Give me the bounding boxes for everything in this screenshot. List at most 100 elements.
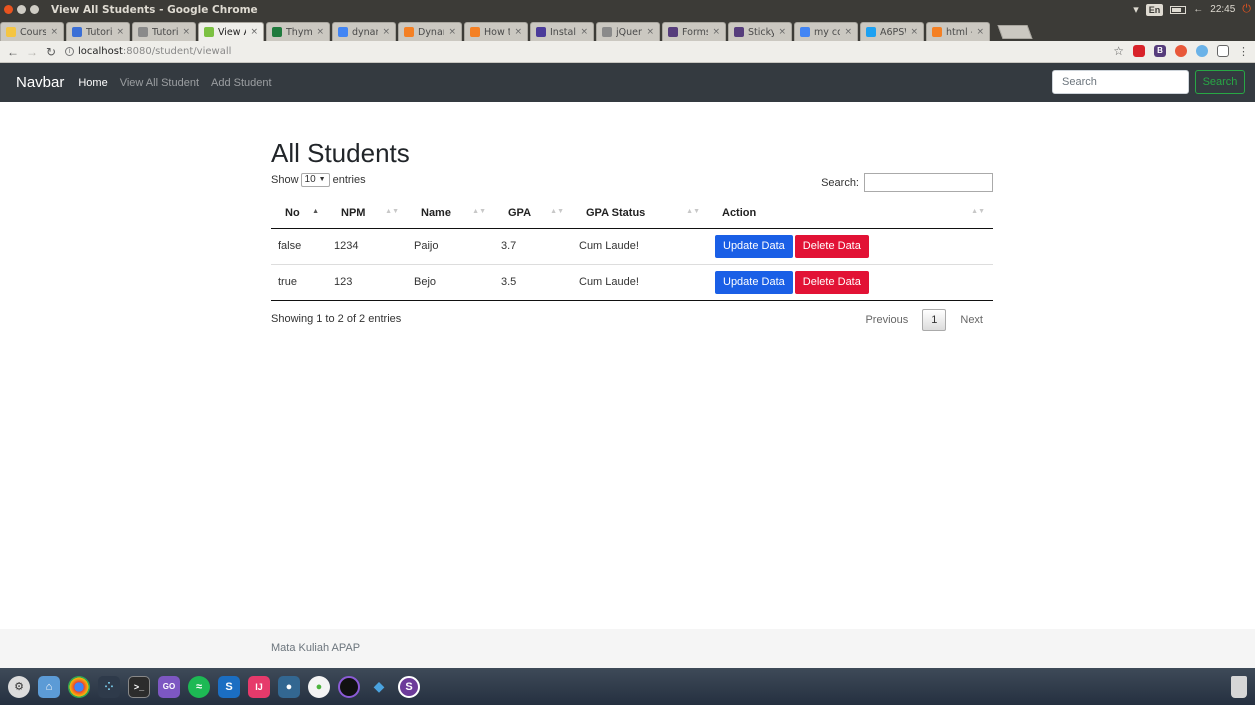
tab-close-icon[interactable]: × [712, 27, 720, 37]
tab-favicon-icon [338, 27, 348, 37]
menu-icon[interactable]: ⋮ [1238, 45, 1249, 58]
nav-link-home[interactable]: Home [78, 77, 107, 89]
pagination-previous[interactable]: Previous [855, 309, 918, 331]
extension-icon[interactable] [1175, 45, 1187, 57]
column-header-no[interactable]: No ▲ [271, 199, 327, 229]
window-maximize-button[interactable] [30, 5, 39, 14]
tab-close-icon[interactable]: × [976, 27, 984, 37]
terminal-icon[interactable]: >_ [128, 675, 150, 698]
tab-close-icon[interactable]: × [514, 27, 522, 37]
system-settings-icon[interactable]: ⚙ [8, 675, 30, 698]
power-icon[interactable]: ⏻ [1242, 3, 1251, 16]
tab-close-icon[interactable]: × [50, 27, 58, 37]
tab-favicon-icon [800, 27, 810, 37]
update-data-button[interactable]: Update Data [715, 234, 793, 258]
cell-gpa: 3.7 [494, 228, 572, 265]
pagination-next[interactable]: Next [950, 309, 993, 331]
delete-data-button[interactable]: Delete Data [794, 234, 869, 258]
tab-close-icon[interactable]: × [182, 27, 190, 37]
browser-tab[interactable]: Tutorial× [132, 22, 196, 41]
volume-icon[interactable]: ← [1193, 4, 1203, 15]
tab-favicon-icon [204, 27, 214, 37]
goland-icon[interactable]: GO [158, 675, 180, 698]
bootstrap-extension-icon[interactable]: B [1154, 45, 1166, 57]
browser-tab-active[interactable]: View All× [198, 22, 264, 41]
cell-name: Bejo [407, 264, 494, 301]
window-minimize-button[interactable] [17, 5, 26, 14]
tab-close-icon[interactable]: × [646, 27, 654, 37]
site-info-icon[interactable]: i [65, 47, 74, 56]
nav-link-add-student[interactable]: Add Student [211, 77, 272, 89]
column-header-gpa-status[interactable]: GPA Status ▲▼ [572, 199, 708, 229]
browser-tab[interactable]: Course: |× [0, 22, 64, 41]
address-bar[interactable]: i localhost:8080/student/viewall [65, 46, 231, 57]
tab-close-icon[interactable]: × [580, 27, 588, 37]
postgresql-icon[interactable]: ● [278, 675, 300, 698]
browser-tab[interactable]: Forms ·× [662, 22, 726, 41]
browser-tab[interactable]: dynamic× [332, 22, 396, 41]
tab-close-icon[interactable]: × [910, 27, 918, 37]
forward-arrow-icon[interactable]: → [26, 45, 38, 59]
trash-icon[interactable] [1231, 676, 1247, 698]
navbar-brand[interactable]: Navbar [16, 74, 64, 91]
browser-tab[interactable]: Thymele× [266, 22, 330, 41]
spotify-icon[interactable]: ≈ [188, 675, 210, 698]
delete-data-button[interactable]: Delete Data [794, 270, 869, 294]
window-controls [4, 5, 39, 14]
tab-close-icon[interactable]: × [116, 27, 124, 37]
wifi-icon[interactable]: ▾ [1133, 3, 1139, 16]
cell-name: Paijo [407, 228, 494, 265]
system-tray: ▾ En ← 22:45 ⏻ [1133, 0, 1251, 19]
tab-close-icon[interactable]: × [778, 27, 786, 37]
navbar-search-input[interactable]: Search [1052, 70, 1189, 94]
battery-icon[interactable] [1170, 5, 1187, 14]
table-row: false 1234 Paijo 3.7 Cum Laude! Update D… [271, 228, 993, 265]
intellij-icon[interactable]: IJ [248, 675, 270, 698]
tab-close-icon[interactable]: × [844, 27, 852, 37]
column-header-npm[interactable]: NPM ▲▼ [327, 199, 407, 229]
column-header-gpa[interactable]: GPA ▲▼ [494, 199, 572, 229]
tab-close-icon[interactable]: × [382, 27, 390, 37]
bookmark-star-icon[interactable]: ☆ [1113, 44, 1124, 58]
sublime-icon[interactable]: S [218, 675, 240, 698]
browser-tab[interactable]: Sticky Fo× [728, 22, 792, 41]
browser-tab[interactable]: Dynamic× [398, 22, 462, 41]
browser-tab[interactable]: my code× [794, 22, 858, 41]
browser-tab[interactable]: A6PSWT× [860, 22, 924, 41]
dev-tool-icon[interactable]: ⁘ [98, 675, 120, 698]
cast-icon[interactable] [1217, 45, 1229, 57]
navbar-search-button[interactable]: Search [1195, 70, 1245, 94]
update-data-button[interactable]: Update Data [715, 270, 793, 294]
tab-close-icon[interactable]: × [316, 27, 324, 37]
reload-icon[interactable]: ↻ [45, 45, 57, 59]
browser-tab[interactable]: jQuery C× [596, 22, 660, 41]
extension-icon[interactable] [1196, 45, 1208, 57]
browser-tab[interactable]: Installat× [530, 22, 594, 41]
tab-close-icon[interactable]: × [448, 27, 456, 37]
files-icon[interactable]: ⌂ [38, 675, 60, 698]
os-dock: ⚙ ⌂ ⁘ >_ GO ≈ S IJ ● ● ◆ S [0, 668, 1255, 705]
tab-close-icon[interactable]: × [250, 27, 258, 37]
eclipse-icon[interactable] [338, 675, 360, 698]
browser-tab[interactable]: Tutorial× [66, 22, 130, 41]
table-search-input[interactable] [864, 173, 993, 192]
keyboard-language-indicator[interactable]: En [1145, 3, 1164, 16]
browser-tab[interactable]: How to× [464, 22, 528, 41]
mongodb-icon[interactable]: ● [308, 675, 330, 698]
column-header-action[interactable]: Action ▲▼ [708, 199, 993, 229]
cell-action: Update Data Delete Data [708, 228, 993, 265]
mysql-workbench-icon[interactable]: ◆ [368, 676, 390, 698]
table-search-label: Search: [821, 176, 859, 189]
column-header-name[interactable]: Name ▲▼ [407, 199, 494, 229]
chrome-icon[interactable] [68, 675, 90, 698]
new-tab-button[interactable] [997, 25, 1033, 39]
nav-link-view-all-student[interactable]: View All Student [120, 77, 199, 89]
window-close-button[interactable] [4, 5, 13, 14]
browser-tab[interactable]: html - All× [926, 22, 990, 41]
adblock-extension-icon[interactable] [1133, 45, 1145, 57]
entries-length-select[interactable]: 10 ▼ [300, 173, 330, 187]
back-arrow-icon[interactable]: ← [7, 45, 19, 59]
skype-icon[interactable]: S [398, 675, 420, 698]
pagination-page-1[interactable]: 1 [922, 308, 947, 331]
clock[interactable]: 22:45 [1210, 4, 1235, 15]
